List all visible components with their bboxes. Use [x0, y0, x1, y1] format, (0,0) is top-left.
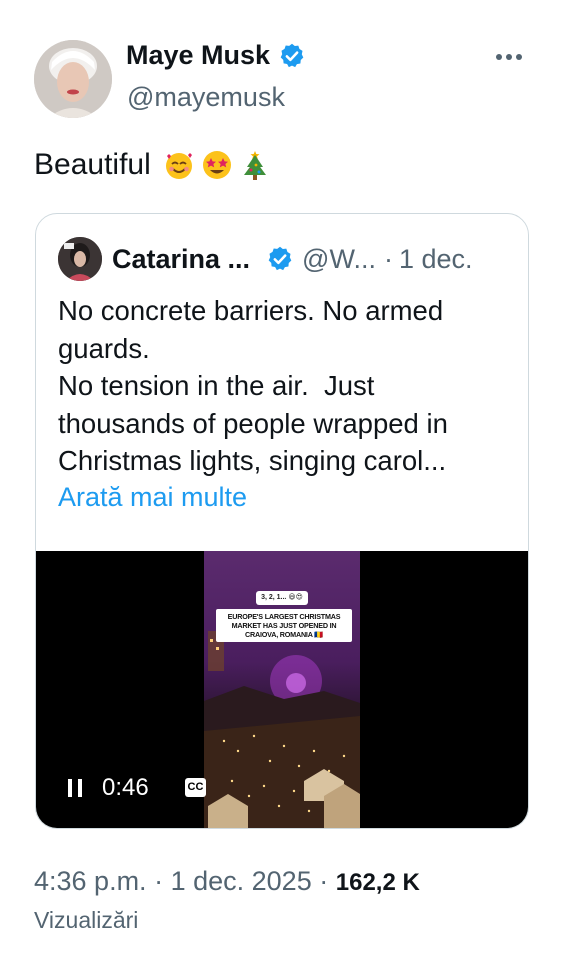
quoted-author-avatar[interactable]	[58, 237, 102, 281]
verified-badge-icon	[268, 246, 292, 271]
quoted-text-line: Christmas lights, singing carol...	[58, 445, 447, 476]
separator-dot: ·	[319, 866, 329, 896]
pause-icon[interactable]	[68, 779, 84, 797]
author-name[interactable]: Maye Musk	[126, 40, 306, 71]
quoted-tweet-text: No concrete barriers. No armed guards. N…	[58, 292, 518, 480]
show-more-link[interactable]: Arată mai multe	[58, 482, 247, 513]
captions-icon[interactable]: CC	[185, 778, 206, 797]
video-player[interactable]: 3, 2, 1... 😃😍 EUROPE'S LARGEST CHRISTMAS…	[36, 551, 528, 828]
quoted-text-line: thousands of people wrapped in	[58, 407, 448, 439]
tweet-text: Beautiful	[34, 148, 271, 182]
star-struck-icon	[202, 151, 231, 179]
quoted-tweet-date[interactable]: 1 dec.	[399, 244, 473, 275]
smiling-face-with-hearts-icon	[165, 153, 192, 179]
separator-dot: ·	[383, 243, 393, 274]
quoted-author-handle[interactable]: @W...	[302, 244, 376, 275]
more-options-icon[interactable]	[492, 42, 526, 72]
quoted-tweet-header: Catarina ... @W... · 1 dec.	[58, 236, 473, 282]
tweet-text-content: Beautiful	[34, 148, 151, 181]
quoted-text-line: guards.	[58, 332, 150, 364]
video-time: 0:46	[102, 774, 149, 801]
video-overlay-caption: 3, 2, 1... 😃😍	[256, 591, 308, 605]
video-overlay-banner: EUROPE'S LARGEST CHRISTMAS MARKET HAS JU…	[216, 609, 352, 642]
author-handle[interactable]: @mayemusk	[127, 82, 285, 113]
tweet-metadata: 4:36 p.m. · 1 dec. 2025 · 162,2 K	[34, 866, 420, 897]
author-avatar[interactable]	[34, 40, 112, 118]
quoted-text-line: No tension in the air. Just	[58, 370, 375, 401]
quoted-text-line: No concrete barriers. No armed	[58, 295, 444, 326]
christmas-tree-icon	[243, 151, 266, 180]
author-name-text: Maye Musk	[126, 40, 271, 70]
quoted-tweet-card[interactable]: Catarina ... @W... · 1 dec. No concrete …	[35, 213, 529, 829]
views-count: 162,2 K	[335, 869, 420, 896]
verified-badge-icon	[280, 43, 304, 67]
views-label: Vizualizări	[34, 907, 139, 933]
separator-dot: ·	[154, 866, 164, 896]
tweet-time[interactable]: 4:36 p.m.	[34, 866, 147, 896]
quoted-author-name[interactable]: Catarina ...	[112, 244, 250, 275]
video-frame: 3, 2, 1... 😃😍 EUROPE'S LARGEST CHRISTMAS…	[204, 551, 360, 828]
tweet-date[interactable]: 1 dec. 2025	[171, 866, 312, 896]
